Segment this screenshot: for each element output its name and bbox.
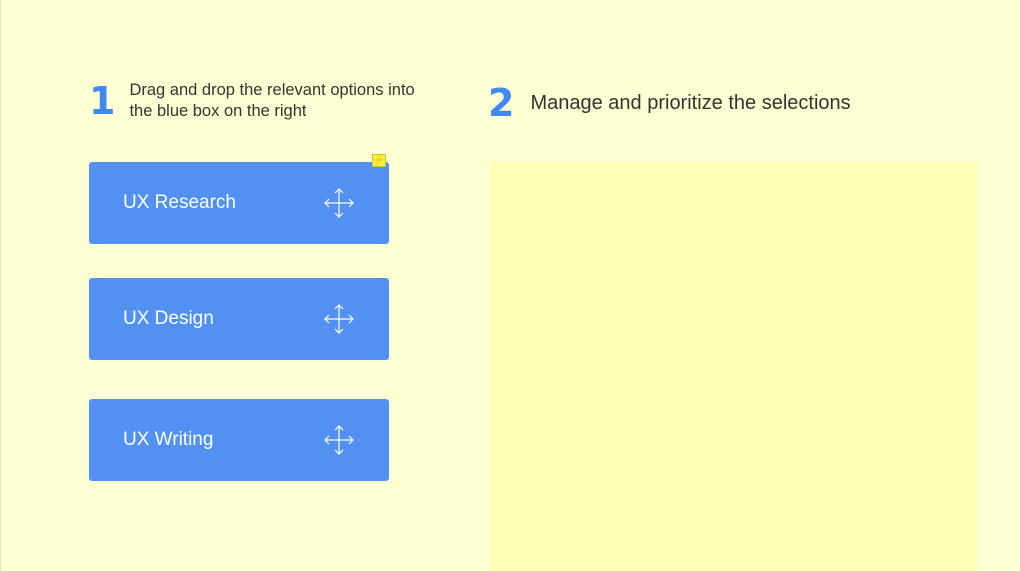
option-label: UX Research [123,192,236,213]
lightning-icon: ⚡ [372,154,386,167]
left-border [0,0,1,571]
option-ux-design[interactable]: UX Design [89,278,389,360]
step-2-instruction: Manage and prioritize the selections [530,91,851,114]
option-ux-research[interactable]: UX Research ⚡ [89,154,389,244]
step-2-header: 2 Manage and prioritize the selections [488,84,851,122]
option-label: UX Writing [123,429,214,450]
step-1-header: 1 Drag and drop the relevant options int… [89,80,419,122]
move-icon[interactable] [323,424,355,456]
step-1-instruction: Drag and drop the relevant options into … [129,81,415,120]
step-2-number: 2 [488,81,515,125]
step-1-number: 1 [89,79,116,123]
lightning-glyph: ⚡ [373,155,385,165]
move-icon[interactable] [323,187,355,219]
option-label: UX Design [123,308,214,329]
move-icon[interactable] [323,303,355,335]
drop-zone[interactable] [489,162,977,571]
option-ux-writing[interactable]: UX Writing [89,399,389,481]
